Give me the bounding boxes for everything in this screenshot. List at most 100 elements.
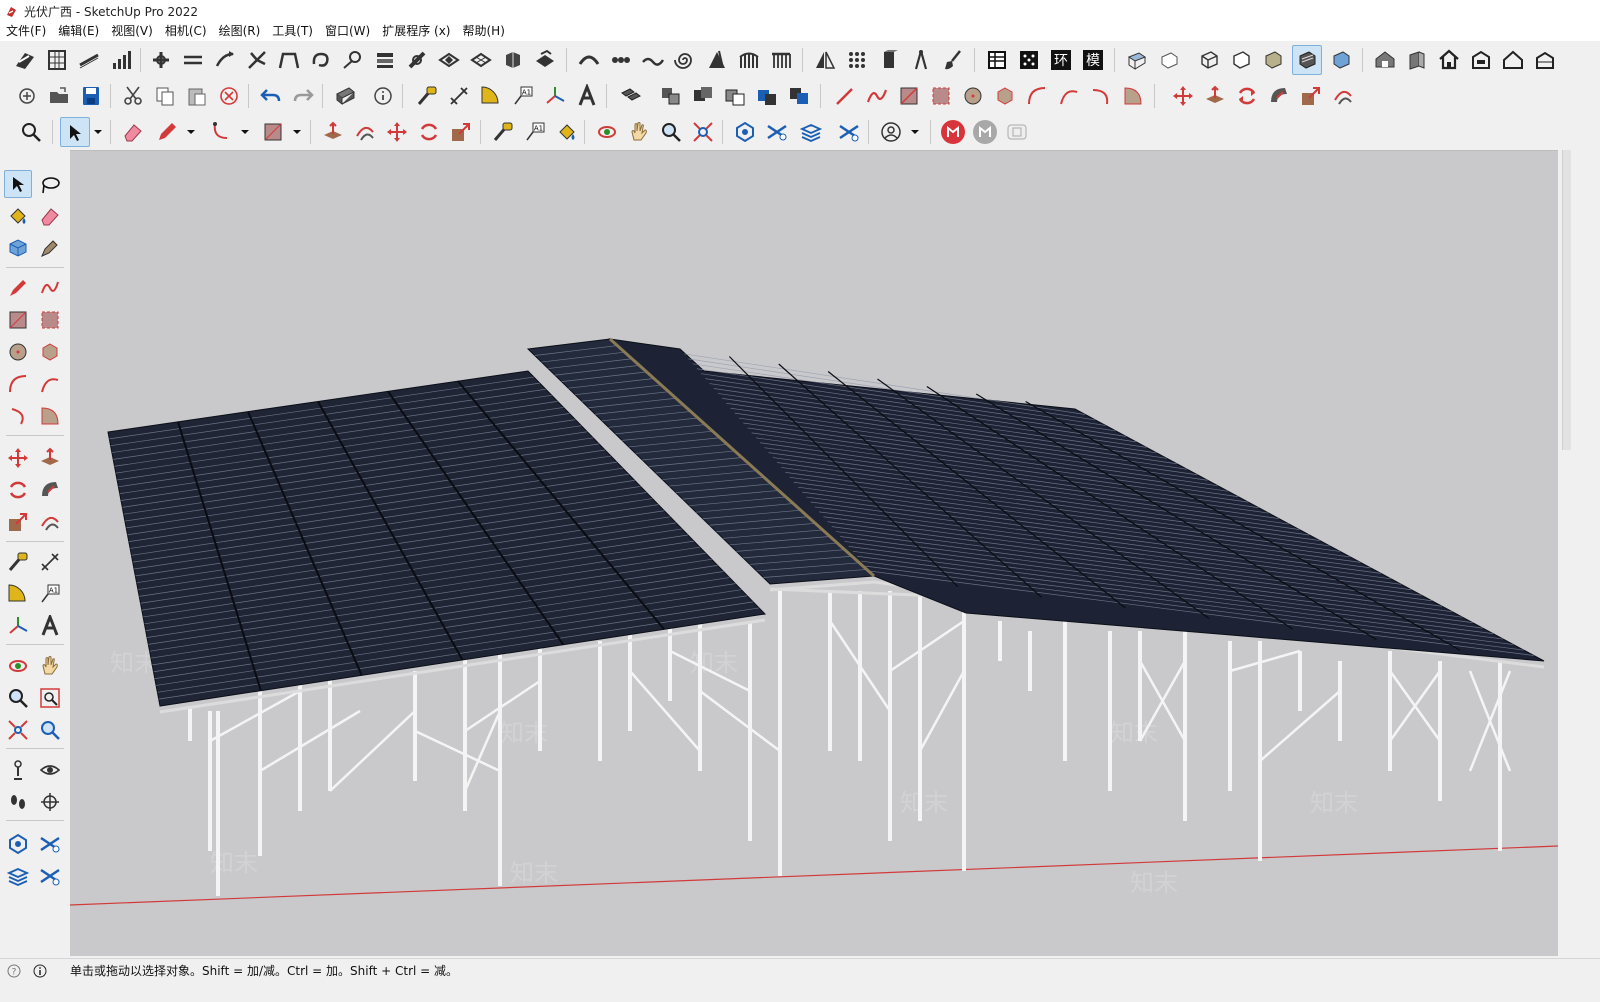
eraser-side-icon[interactable] [36,202,64,230]
layers-panel-icon[interactable] [796,117,826,147]
blue-stack-icon[interactable] [784,81,814,111]
tray-scrollbar[interactable] [1562,150,1571,450]
table-icon[interactable] [982,45,1012,75]
plugin-screen-icon[interactable] [1002,117,1032,147]
copy-icon[interactable] [150,81,180,111]
sphere-path-icon[interactable] [338,45,368,75]
tape-measure-icon[interactable] [412,81,442,111]
wireframe-icon[interactable] [1194,45,1224,75]
dots-square-icon[interactable] [1014,45,1044,75]
select-arrow-icon[interactable] [4,170,32,198]
rectangle-tool-icon[interactable] [894,81,924,111]
dimension-icon[interactable] [444,81,474,111]
zoom-icon[interactable] [656,117,686,147]
comb-icon[interactable] [734,45,764,75]
box-tool-icon[interactable] [498,45,528,75]
plane-tile-icon[interactable] [530,45,560,75]
chevron-down-icon[interactable] [186,124,196,140]
components-icon[interactable] [616,81,646,111]
panel-block-icon[interactable] [874,45,904,75]
save-icon[interactable] [76,81,106,111]
text-tool-icon[interactable]: A1 [508,81,538,111]
top-view-icon[interactable] [1402,45,1432,75]
arc-draw-icon[interactable] [206,117,236,147]
extension-manager-side-icon[interactable] [36,862,64,890]
parallel-lines-icon[interactable] [178,45,208,75]
rotate-icon-2[interactable] [414,117,444,147]
menu-help[interactable]: 帮助(H) [456,22,510,41]
scale-side-icon[interactable] [4,508,32,536]
plane-grid-icon[interactable] [466,45,496,75]
monochrome-icon[interactable] [1326,45,1356,75]
offset-icon-2[interactable] [350,117,380,147]
chevron-down-icon[interactable] [93,124,103,140]
rectangle-side-icon[interactable] [4,306,32,334]
rotated-rectangle-side-icon[interactable] [36,306,64,334]
model-info-icon[interactable] [368,81,398,111]
push-pull-icon-2[interactable] [318,117,348,147]
group-icon[interactable] [688,81,718,111]
section-plane-icon[interactable] [36,788,64,816]
branch-icon[interactable] [242,45,272,75]
pencil-icon[interactable] [152,117,182,147]
menu-draw[interactable]: 绘图(R) [213,22,267,41]
account-icon[interactable] [876,117,906,147]
zoom-extents-side-icon[interactable] [4,716,32,744]
slice-icon[interactable] [702,45,732,75]
move-tool-icon[interactable] [1168,81,1198,111]
position-camera-icon[interactable] [4,756,32,784]
plane-stack-icon[interactable] [434,45,464,75]
make-component-icon[interactable] [4,234,32,262]
tape-side-icon[interactable] [4,548,32,576]
text-icon-2[interactable]: A1 [520,117,550,147]
zoom-extents-icon[interactable] [688,117,718,147]
compass-icon[interactable] [906,45,936,75]
extension-warehouse-icon[interactable] [762,117,792,147]
mirror-icon[interactable] [810,45,840,75]
back-edges-icon[interactable] [1154,45,1184,75]
push-pull-side-icon[interactable] [36,444,64,472]
extension-warehouse-side-icon[interactable] [36,830,64,858]
menu-camera[interactable]: 相机(C) [159,22,213,41]
2pt-arc-icon[interactable] [1054,81,1084,111]
look-around-eye-icon[interactable] [36,756,64,784]
zoom-window-side-icon[interactable] [36,684,64,712]
xray-style-icon[interactable] [1122,45,1152,75]
offset-side-icon[interactable] [36,508,64,536]
chevron-down-icon[interactable] [292,124,302,140]
move-side-icon[interactable] [4,444,32,472]
wave-line-icon[interactable] [638,45,668,75]
3d-text-icon[interactable] [572,81,602,111]
push-pull-icon[interactable] [1200,81,1230,111]
warehouse-icon[interactable] [730,117,760,147]
layout-send-icon[interactable] [4,862,32,890]
loop-icon[interactable] [306,45,336,75]
extrude-icon[interactable] [10,45,40,75]
shaded-textures-icon[interactable] [1292,45,1322,75]
arch-icon[interactable] [274,45,304,75]
2pt-arc-side-icon[interactable] [36,370,64,398]
pan-hand-icon[interactable] [624,117,654,147]
pan-side-icon[interactable] [36,652,64,680]
menu-window[interactable]: 窗口(W) [319,22,376,41]
tag-tool-icon[interactable] [36,234,64,262]
shaded-icon[interactable] [1258,45,1288,75]
follow-me-side-icon[interactable] [36,476,64,504]
grid-frame-icon[interactable] [42,45,72,75]
eraser-icon[interactable] [118,117,148,147]
info-icon[interactable] [32,963,48,979]
line-side-icon[interactable] [4,274,32,302]
plugin-m-red-icon[interactable] [938,117,968,147]
chevron-down-icon[interactable] [910,124,920,140]
polygon-side-icon[interactable] [36,338,64,366]
dimension-side-icon[interactable] [36,548,64,576]
protractor-side-icon[interactable] [4,580,32,608]
menu-extensions[interactable]: 扩展程序 (x) [376,22,456,41]
chevron-down-icon[interactable] [240,124,250,140]
3d-text-side-icon[interactable] [36,612,64,640]
move-icon-2[interactable] [382,117,412,147]
paint-bucket-side-icon[interactable] [4,202,32,230]
model-viewport[interactable]: 知末 知末 知末 知末 知末 知末 知末 知末 知末 知末 [70,150,1558,956]
iso-view-icon[interactable] [1370,45,1400,75]
stairs-bars-icon[interactable] [106,45,136,75]
